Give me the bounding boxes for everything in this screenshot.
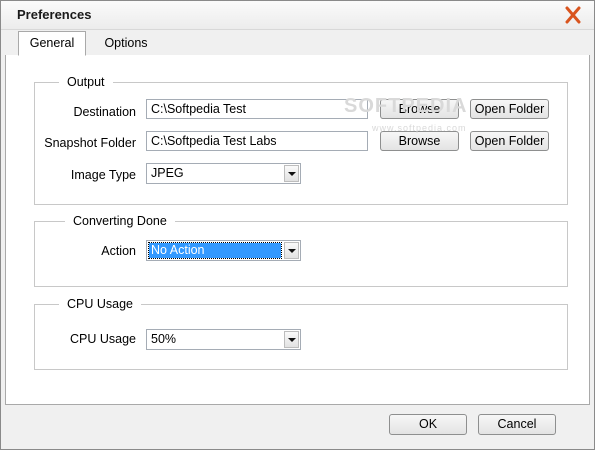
snapshot-folder-field[interactable] <box>146 131 368 151</box>
converting-done-legend: Converting Done <box>65 214 175 229</box>
cpu-usage-group: CPU Usage CPU Usage 50% <box>34 297 568 370</box>
output-legend: Output <box>59 75 113 90</box>
watermark-brand: SOFTPEDIA <box>344 95 468 117</box>
cancel-button[interactable]: Cancel <box>478 414 556 435</box>
image-type-value: JPEG <box>151 166 184 180</box>
snapshot-open-folder-button[interactable]: Open Folder <box>470 131 549 151</box>
title-bar: Preferences <box>1 1 594 30</box>
close-button[interactable] <box>563 6 583 24</box>
general-panel: Output Destination Browse Open Folder Sn… <box>5 55 590 405</box>
image-type-label: Image Type <box>70 168 136 182</box>
converting-done-group: Converting Done Action No Action <box>34 214 568 287</box>
chevron-down-icon[interactable] <box>284 331 299 348</box>
cpu-usage-value: 50% <box>151 332 177 346</box>
preferences-window: Preferences General Options Output Desti… <box>0 0 595 450</box>
chevron-down-icon[interactable] <box>284 165 299 182</box>
tab-strip: General Options <box>5 31 590 56</box>
destination-open-folder-button[interactable]: Open Folder <box>470 99 549 119</box>
tab-options[interactable]: Options <box>91 33 161 54</box>
action-select[interactable]: No Action <box>146 240 301 261</box>
cpu-usage-select[interactable]: 50% <box>146 329 301 350</box>
destination-label: Destination <box>73 105 136 119</box>
cpu-usage-label: CPU Usage <box>70 332 136 346</box>
watermark-url: www.softpedia.com <box>372 123 467 133</box>
image-type-select[interactable]: JPEG <box>146 163 301 184</box>
ok-button[interactable]: OK <box>389 414 467 435</box>
output-group: Output Destination Browse Open Folder Sn… <box>34 75 568 205</box>
destination-field[interactable] <box>146 99 368 119</box>
tab-general[interactable]: General <box>18 31 86 56</box>
snapshot-browse-button[interactable]: Browse <box>380 131 459 151</box>
chevron-down-icon[interactable] <box>284 242 299 259</box>
close-icon <box>565 6 581 24</box>
window-title: Preferences <box>17 7 92 22</box>
action-value: No Action <box>148 242 282 259</box>
snapshot-folder-label: Snapshot Folder <box>44 136 136 150</box>
action-label: Action <box>101 244 136 258</box>
cpu-usage-legend: CPU Usage <box>59 297 141 312</box>
